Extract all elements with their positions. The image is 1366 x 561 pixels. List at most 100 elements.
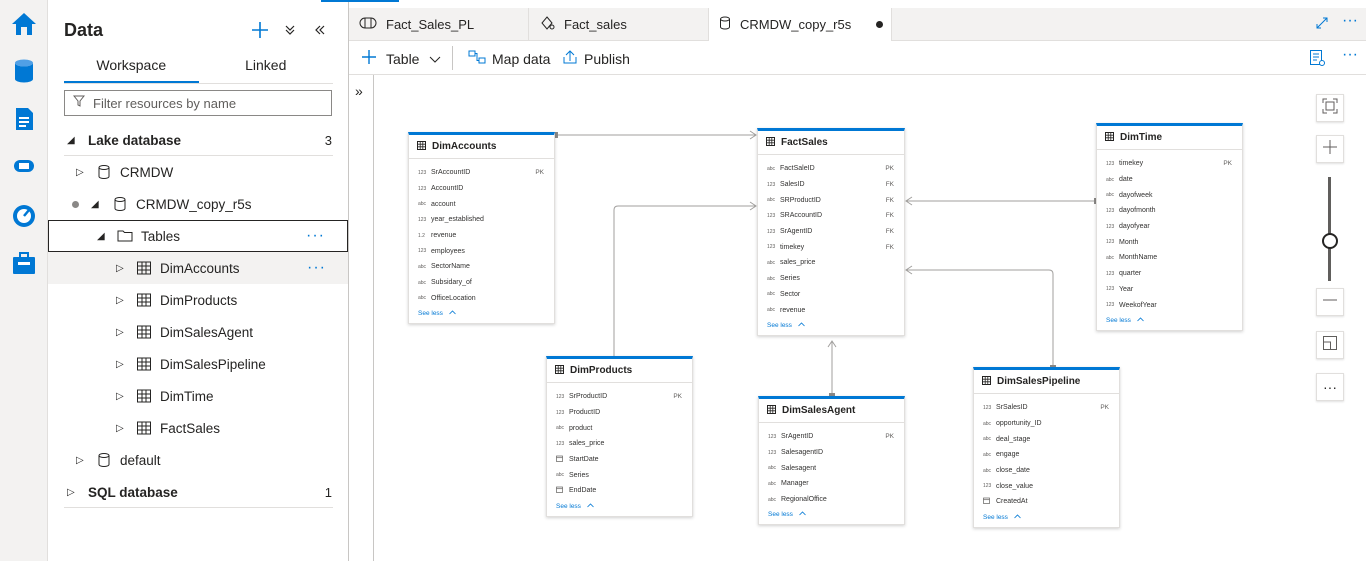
column-row[interactable]: 123 quarter [1097, 266, 1242, 282]
column-row[interactable]: 1.2 revenue [409, 228, 554, 244]
tab-crmdw-copy[interactable]: CRMDW_copy_r5s [709, 8, 892, 41]
column-row[interactable]: 123 timekey PK [1097, 156, 1242, 172]
column-row[interactable]: 123 SrAgentID FK [758, 224, 904, 240]
zoom-out-button[interactable] [1316, 288, 1344, 316]
table-card-dimproducts[interactable]: DimProducts 123 SrProductID PK 123 ProductID a… [546, 356, 693, 517]
column-row[interactable]: 123 dayofyear [1097, 219, 1242, 235]
column-row[interactable]: abc date [1097, 172, 1242, 188]
column-row[interactable]: abc SRProductID FK [758, 192, 904, 208]
tree-table-item[interactable]: ▷ FactSales [48, 412, 348, 444]
tree-table-item[interactable]: ▷ DimAccounts ··· [48, 252, 348, 284]
see-less-link[interactable]: See less [759, 507, 904, 524]
column-row[interactable]: abc MonthName [1097, 250, 1242, 266]
manage-icon[interactable] [10, 249, 38, 277]
caret-right-icon[interactable]: ▷ [76, 167, 84, 178]
column-row[interactable]: abc Series [547, 467, 692, 483]
more-options-icon[interactable]: ··· [306, 227, 325, 245]
caret-right-icon[interactable]: ▷ [116, 295, 124, 306]
column-row[interactable]: 123 SrAgentID PK [759, 429, 904, 445]
collapse-all-icon[interactable] [280, 20, 300, 40]
canvas-more-button[interactable]: ··· [1316, 373, 1344, 401]
add-table-button[interactable]: Table [361, 49, 441, 68]
maximize-icon[interactable] [1315, 16, 1329, 35]
tree-table-item[interactable]: ▷ DimProducts [48, 284, 348, 316]
monitor-icon[interactable] [10, 201, 38, 229]
caret-down-icon[interactable]: ◢ [67, 135, 75, 146]
caret-right-icon[interactable]: ▷ [116, 391, 124, 402]
column-row[interactable]: abc sales_price [758, 255, 904, 271]
column-row[interactable]: abc OfficeLocation [409, 291, 554, 307]
tree-table-item[interactable]: ▷ DimSalesPipeline [48, 348, 348, 380]
column-row[interactable]: abc product [547, 420, 692, 436]
tab-fact-sales[interactable]: Fact_sales [529, 8, 709, 41]
minimap-button[interactable] [1316, 331, 1344, 359]
caret-right-icon[interactable]: ▷ [67, 487, 75, 498]
column-row[interactable]: abc RegionalOffice [759, 492, 904, 508]
tree-default[interactable]: ▷ default [48, 444, 348, 476]
see-less-link[interactable]: See less [758, 318, 904, 335]
tree-lake-database[interactable]: ◢ Lake database 3 [48, 124, 348, 156]
publish-button[interactable]: Publish [562, 49, 630, 68]
column-row[interactable]: abc revenue [758, 302, 904, 318]
column-row[interactable]: 123 SalesagentID [759, 445, 904, 461]
column-row[interactable]: 123 dayofmonth [1097, 203, 1242, 219]
more-options-icon[interactable]: ··· [1342, 46, 1358, 64]
tree-crmdw-copy[interactable]: ◢ CRMDW_copy_r5s [48, 188, 348, 220]
column-row[interactable]: 123 SRAccountID FK [758, 208, 904, 224]
column-row[interactable]: abc engage [974, 447, 1119, 463]
tree-sql-database[interactable]: ▷ SQL database 1 [48, 476, 348, 508]
home-icon[interactable] [10, 10, 38, 38]
more-options-icon[interactable]: ··· [1342, 12, 1358, 30]
table-card-dimsalesagent[interactable]: DimSalesAgent 123 SrAgentID PK 123 Salesagent… [758, 396, 905, 526]
more-options-icon[interactable]: ··· [307, 259, 326, 277]
caret-right-icon[interactable]: ▷ [116, 359, 124, 370]
column-row[interactable]: abc opportunity_ID [974, 416, 1119, 432]
column-row[interactable]: abc Sector [758, 287, 904, 303]
caret-right-icon[interactable]: ▷ [116, 423, 124, 434]
tab-workspace[interactable]: Workspace [64, 54, 199, 83]
column-row[interactable]: 123 sales_price [547, 436, 692, 452]
tree-table-item[interactable]: ▷ DimTime [48, 380, 348, 412]
zoom-slider-track[interactable] [1328, 177, 1331, 281]
column-row[interactable]: abc Series [758, 271, 904, 287]
zoom-slider-thumb[interactable] [1322, 233, 1338, 249]
table-card-dimaccounts[interactable]: DimAccounts 123 SrAccountID PK 123 AccountID a… [408, 132, 555, 325]
properties-icon[interactable] [1309, 49, 1325, 72]
model-canvas[interactable]: » DimAccounts 123 SrAccountID PK 123 AccountI… [349, 75, 1366, 561]
table-card-dimsalespipeline[interactable]: DimSalesPipeline 123 SrSalesID PK abc opportu… [973, 367, 1120, 528]
column-row[interactable]: abc SectorName [409, 259, 554, 275]
column-row[interactable]: abc close_date [974, 463, 1119, 479]
caret-right-icon[interactable]: ▷ [116, 263, 124, 274]
column-row[interactable]: abc Salesagent [759, 460, 904, 476]
filter-input[interactable] [93, 95, 313, 111]
column-row[interactable]: abc Subsidary_of [409, 275, 554, 291]
column-row[interactable]: 123 SrProductID PK [547, 389, 692, 405]
column-row[interactable]: abc deal_stage [974, 431, 1119, 447]
see-less-link[interactable]: See less [409, 306, 554, 323]
see-less-link[interactable]: See less [1097, 313, 1242, 330]
tab-linked[interactable]: Linked [199, 54, 334, 83]
column-row[interactable]: 123 WeekofYear [1097, 297, 1242, 313]
integrate-icon[interactable] [10, 152, 38, 180]
column-row[interactable]: 123 SrSalesID PK [974, 400, 1119, 416]
caret-down-icon[interactable]: ◢ [91, 199, 99, 210]
column-row[interactable]: 123 SrAccountID PK [409, 165, 554, 181]
column-row[interactable]: CreatedAt [974, 494, 1119, 510]
tree-table-item[interactable]: ▷ DimSalesAgent [48, 316, 348, 348]
column-row[interactable]: 123 close_value [974, 478, 1119, 494]
caret-down-icon[interactable]: ◢ [97, 231, 105, 242]
column-row[interactable]: 123 timekey FK [758, 239, 904, 255]
tree-crmdw[interactable]: ▷ CRMDW [48, 156, 348, 188]
column-row[interactable]: abc FactSaleID PK [758, 161, 904, 177]
see-less-link[interactable]: See less [974, 510, 1119, 527]
tab-fact-sales-pl[interactable]: Fact_Sales_PL [349, 8, 529, 41]
caret-right-icon[interactable]: ▷ [116, 327, 124, 338]
map-data-button[interactable]: Map data [468, 49, 550, 68]
column-row[interactable]: EndDate [547, 483, 692, 499]
column-row[interactable]: abc Manager [759, 476, 904, 492]
column-row[interactable]: abc account [409, 196, 554, 212]
table-card-factsales[interactable]: FactSales abc FactSaleID PK 123 SalesID FK abc S… [757, 128, 905, 336]
see-less-link[interactable]: See less [547, 499, 692, 516]
develop-icon[interactable] [10, 105, 38, 133]
hide-panel-icon[interactable] [310, 20, 330, 40]
